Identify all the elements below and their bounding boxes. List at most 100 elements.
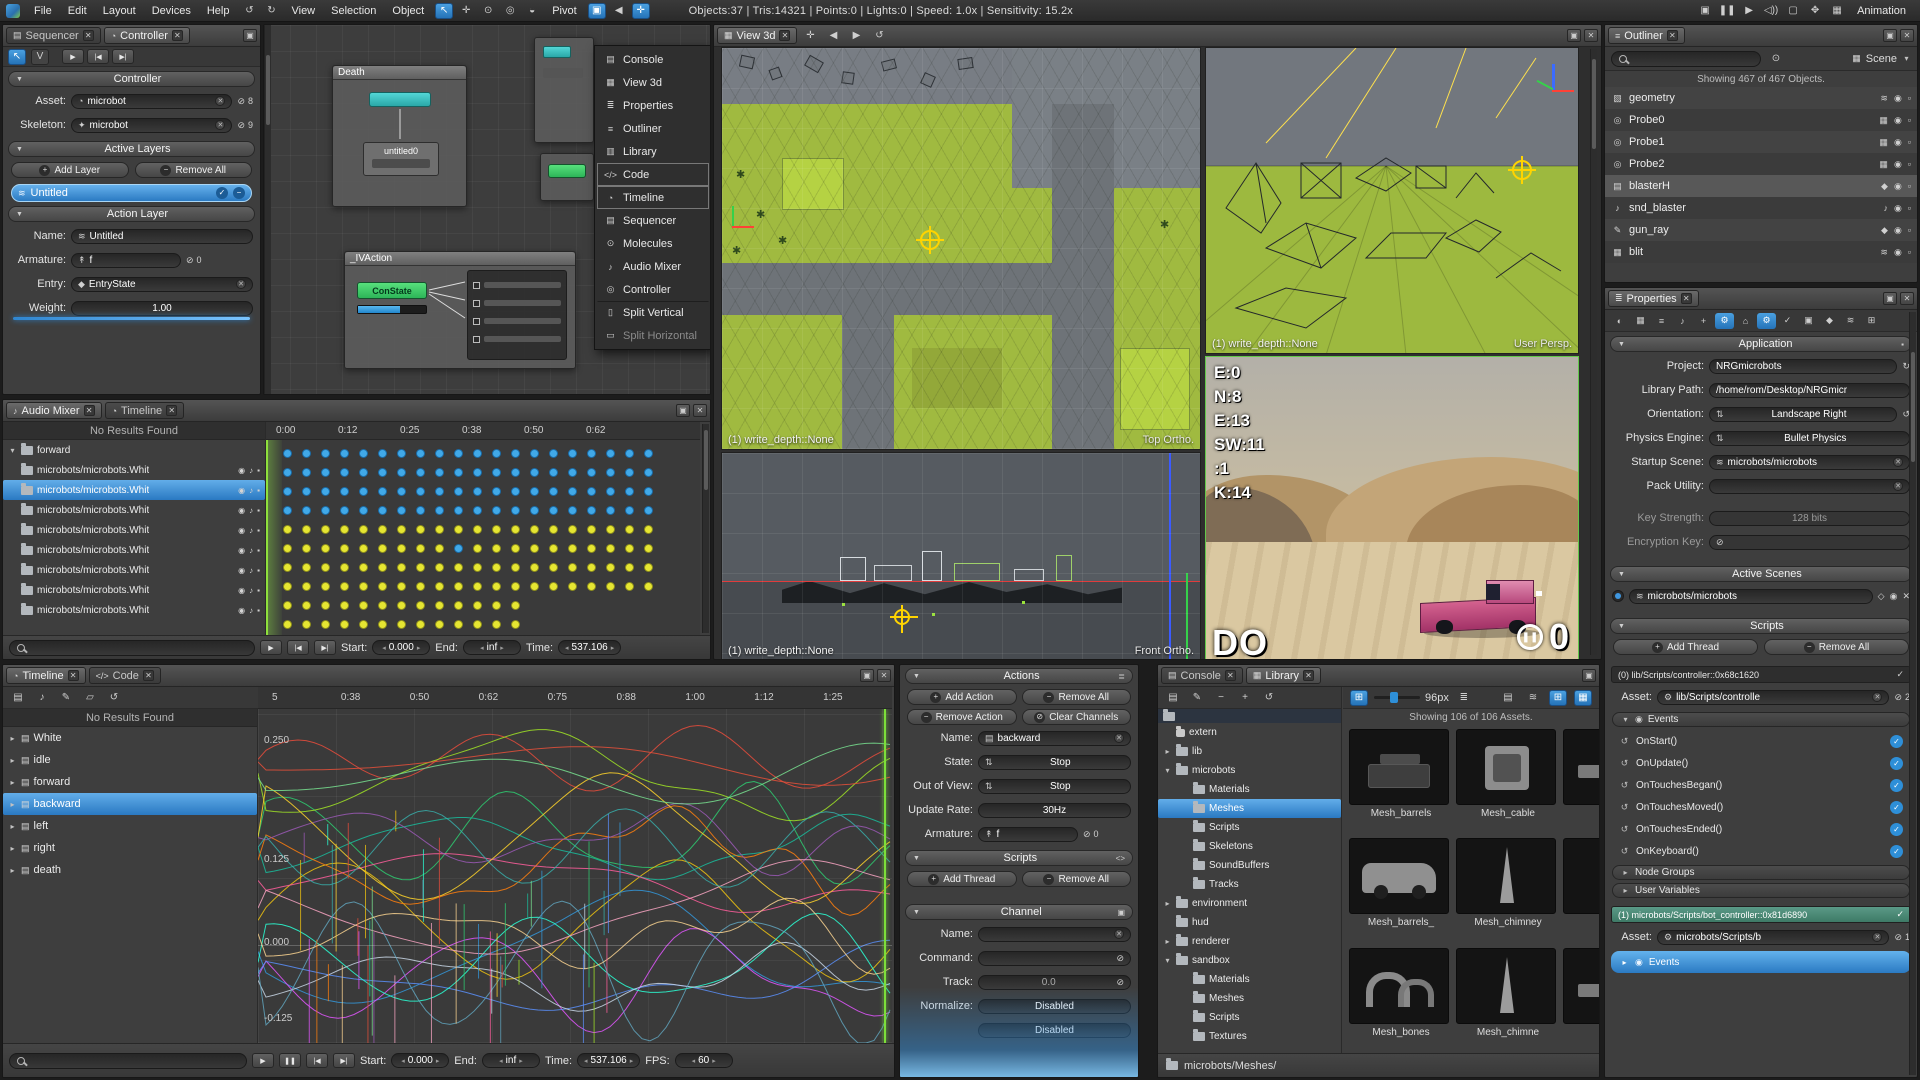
visibility-toggle-icon[interactable]: ◉ [1894, 247, 1902, 258]
clip-dot[interactable] [587, 544, 596, 553]
magnet-tool-icon[interactable]: ◒ [523, 3, 541, 19]
move-tool-icon[interactable]: ✛ [457, 3, 475, 19]
visibility-toggle-icon[interactable]: ◉ [1894, 159, 1902, 170]
render-toggle-icon[interactable]: ▦ [1879, 137, 1888, 148]
brush-icon[interactable]: ▱ [81, 690, 99, 706]
context-menu-item[interactable]: ▤ Sequencer [597, 209, 709, 232]
animation-row[interactable]: ▸ ▤ White [3, 727, 257, 749]
clip-dot[interactable] [397, 506, 406, 515]
audio-track-row[interactable]: microbots/microbots.Whit ◉♪▪ [3, 600, 265, 620]
render-toggle-icon[interactable]: ♪ [1883, 203, 1888, 214]
view-reset-icon[interactable]: ↺ [870, 28, 888, 44]
clip-dot[interactable] [302, 620, 311, 629]
pause-button[interactable]: ❚❚ [279, 1053, 301, 1068]
clip-dot[interactable] [302, 449, 311, 458]
outliner-row[interactable]: ◎ Probe2 ▦◉▫ [1605, 153, 1917, 175]
tab-console[interactable]: ▤ Console ✕ [1161, 667, 1243, 684]
library-tree-row[interactable]: ▸ environment [1158, 894, 1341, 913]
pan-view-icon[interactable]: ✛ [801, 28, 819, 44]
animation-row[interactable]: ▸ ▤ backward [3, 793, 257, 815]
lock-toggle-icon[interactable]: ▫ [1908, 225, 1911, 236]
clip-dot[interactable] [606, 449, 615, 458]
tab-controller[interactable]: ◔ Controller ✕ [104, 27, 190, 44]
clip-dot[interactable] [340, 468, 349, 477]
close-icon[interactable]: ✕ [779, 30, 790, 41]
clip-dot[interactable] [340, 582, 349, 591]
menubar-menu[interactable]: Selection [323, 5, 384, 17]
clip-dot[interactable] [378, 506, 387, 515]
clip-dot[interactable] [378, 620, 387, 629]
clear-icon[interactable]: ✕ [236, 279, 246, 289]
clip-dot[interactable] [511, 544, 520, 553]
clip-dot[interactable] [302, 506, 311, 515]
pack-utility-field[interactable]: ✕ [1709, 479, 1910, 494]
clip-dot[interactable] [587, 525, 596, 534]
audio-clip-grid-area[interactable]: 0:000:120:250:380:500:62 [266, 422, 700, 635]
clip-dot[interactable] [549, 487, 558, 496]
clip-dot[interactable] [492, 449, 501, 458]
clip-dot[interactable] [321, 544, 330, 553]
physics-engine-dropdown[interactable]: ⇅Bullet Physics [1709, 431, 1910, 446]
clip-dot[interactable] [530, 506, 539, 515]
clear-icon[interactable]: ✕ [1872, 692, 1882, 702]
channel-section-header[interactable]: ▼ Channel ▣ [905, 904, 1133, 920]
context-menu-item[interactable]: ▦ View 3d [597, 71, 709, 94]
clip-dot[interactable] [454, 582, 463, 591]
refresh-icon[interactable]: ↺ [105, 690, 123, 706]
speaker-icon[interactable]: ♪ [249, 506, 253, 515]
settings-tab-icon[interactable]: ⚙ [1715, 313, 1734, 329]
remove-layer-icon[interactable]: − [233, 187, 245, 199]
close-icon[interactable]: ✕ [1303, 670, 1314, 681]
clip-dot[interactable] [473, 544, 482, 553]
event-row[interactable]: ↺ OnTouchesEnded() ✓ [1605, 818, 1917, 840]
clip-dot[interactable] [549, 563, 558, 572]
library-path-field[interactable]: /home/rom/Desktop/NRGmicr [1709, 383, 1910, 398]
redo-icon[interactable]: ↻ [262, 3, 280, 19]
collapse-arrow-icon[interactable]: ▾ [1163, 956, 1172, 965]
view-forward-icon[interactable]: ▶ [847, 28, 865, 44]
clip-dot[interactable] [283, 582, 292, 591]
clip-dot[interactable] [340, 601, 349, 610]
clip-dot[interactable] [416, 582, 425, 591]
clip-dot[interactable] [435, 601, 444, 610]
scene-label[interactable]: Scene [1866, 53, 1897, 65]
play-button[interactable]: ▶ [62, 49, 84, 64]
render-toggle-icon[interactable]: ▦ [1879, 115, 1888, 126]
action-list-row[interactable] [473, 276, 561, 294]
step-back-button[interactable]: |◀ [306, 1053, 328, 1068]
library-tree-row[interactable]: SoundBuffers [1158, 856, 1341, 875]
clip-dot[interactable] [625, 582, 634, 591]
clip-dot[interactable] [511, 468, 520, 477]
event-enabled-icon[interactable]: ✓ [1890, 845, 1903, 858]
collapse-arrow-icon[interactable]: ▸ [8, 866, 17, 875]
library-tree-row[interactable]: ▾ microbots [1158, 761, 1341, 780]
clip-dot[interactable] [549, 449, 558, 458]
menubar-menu[interactable]: File [26, 5, 60, 17]
remove-icon[interactable]: − [1212, 690, 1230, 706]
clip-dot[interactable] [359, 449, 368, 458]
lock-icon[interactable]: ▪ [257, 466, 260, 475]
clip-dot[interactable] [283, 506, 292, 515]
render-toggle-icon[interactable]: ◆ [1881, 181, 1888, 192]
clip-dot[interactable] [283, 525, 292, 534]
application-section-header[interactable]: ▼ Application ▪ [1610, 336, 1912, 352]
filter-icon[interactable]: ≋ [1524, 690, 1542, 706]
lock-icon[interactable]: ▪ [257, 546, 260, 555]
clip-dot[interactable] [321, 468, 330, 477]
action-layer-section-header[interactable]: ▼ Action Layer [8, 206, 255, 222]
close-icon[interactable]: ✕ [83, 30, 94, 41]
visibility-toggle-icon[interactable]: ◉ [1894, 181, 1902, 192]
details-icon[interactable]: ▦ [1574, 690, 1592, 706]
link-count[interactable]: ⊘0 [186, 255, 202, 266]
active-scenes-section-header[interactable]: ▼ Active Scenes [1610, 566, 1912, 582]
clip-dot[interactable] [473, 506, 482, 515]
clip-dot[interactable] [283, 468, 292, 477]
clear-icon[interactable]: ✕ [215, 120, 225, 130]
speaker-icon[interactable]: ♪ [249, 526, 253, 535]
clip-dot[interactable] [416, 620, 425, 629]
scale-tool-icon[interactable]: ◎ [501, 3, 519, 19]
clip-dot[interactable] [625, 468, 634, 477]
clip-dot[interactable] [340, 620, 349, 629]
clip-dot[interactable] [511, 506, 520, 515]
clip-dot[interactable] [454, 525, 463, 534]
